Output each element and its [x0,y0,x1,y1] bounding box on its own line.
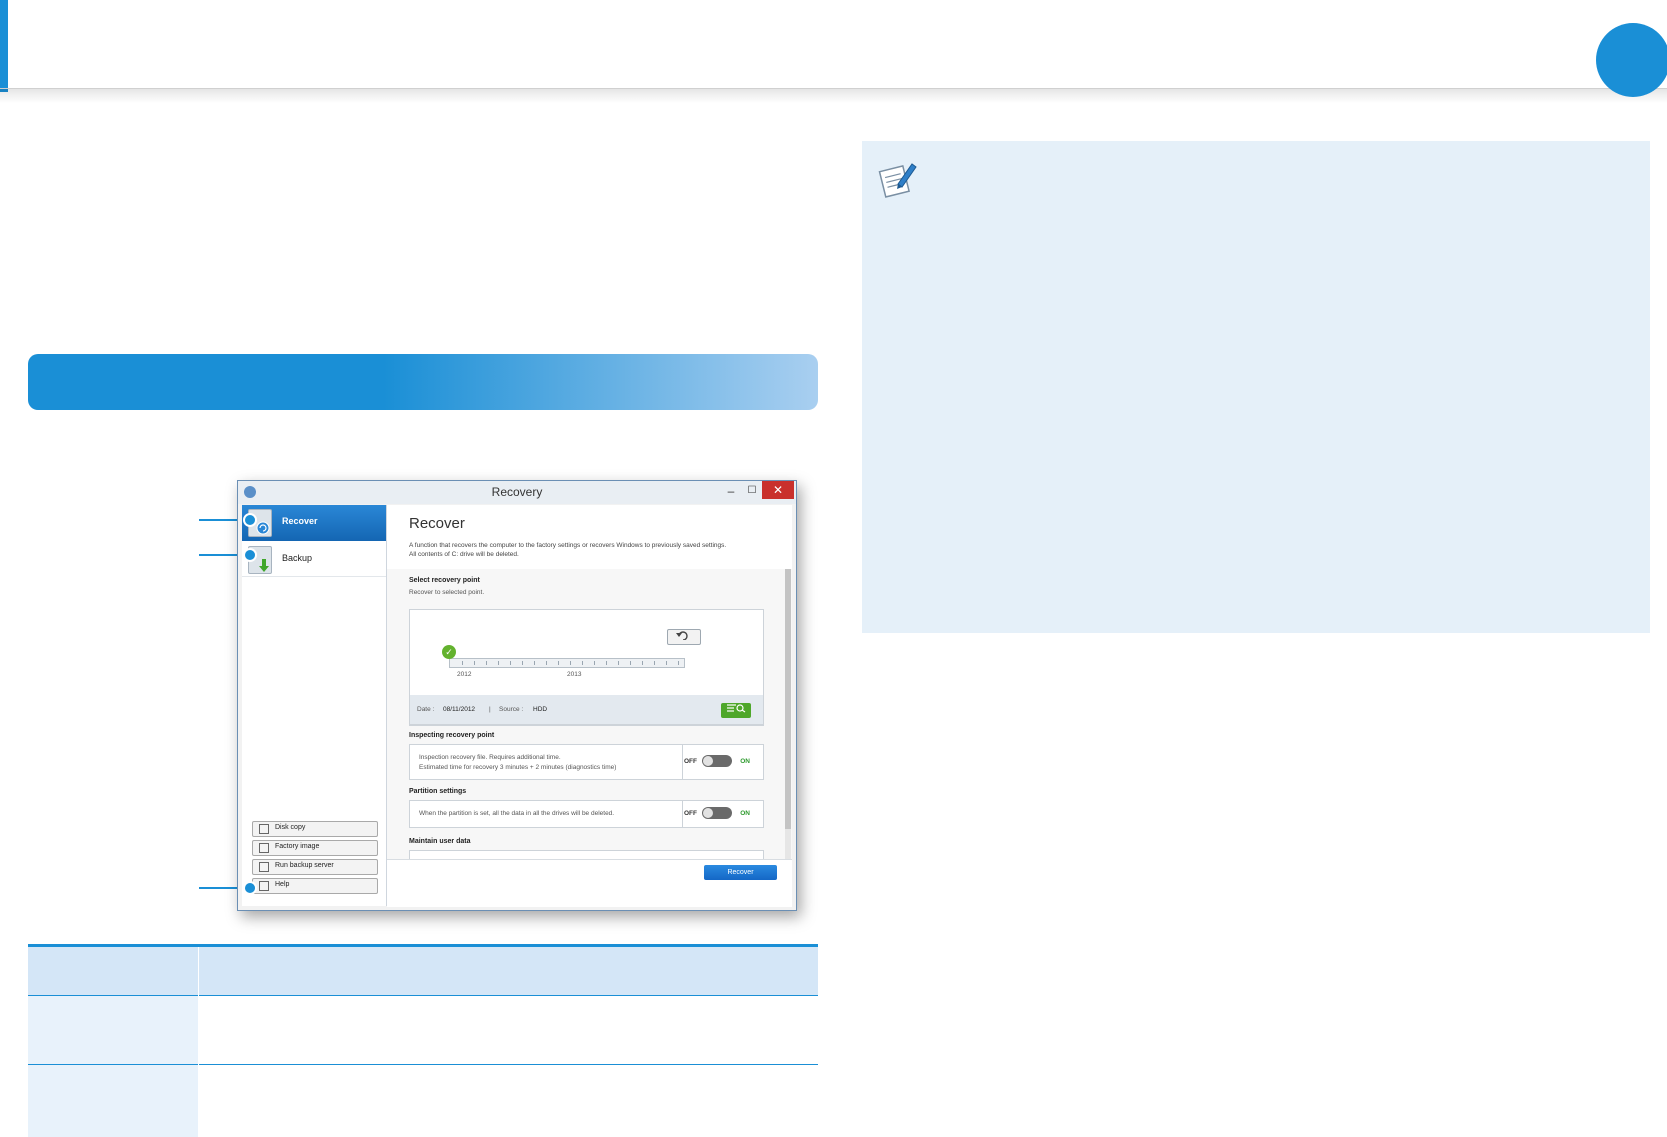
partition-option-box: When the partition is set, all the data … [409,800,764,828]
disk-copy-label: Disk copy [275,824,306,831]
minimize-button[interactable]: – [722,483,740,499]
search-list-icon [727,704,746,713]
inspect-option-box: Inspection recovery file. Requires addit… [409,744,764,780]
recovery-point-marker[interactable]: ✓ [442,645,456,659]
run-backup-server-label: Run backup server [275,862,334,869]
note-box [862,141,1650,633]
note-pencil-icon [876,158,918,205]
inspect-toggle[interactable] [702,755,732,767]
table-row-1-cell [28,996,198,1064]
help-icon [259,881,269,891]
sidebar-item-label: Recover [282,516,318,526]
description-line-1: A function that recovers the computer to… [409,542,727,549]
info-separator: | [489,706,491,713]
sidebar: Recover Backup Disk copy Factory image R… [242,505,387,906]
partition-on-label: ON [740,810,750,817]
inspect-on-label: ON [740,758,750,765]
disk-copy-icon [259,824,269,834]
factory-image-label: Factory image [275,843,320,850]
inspect-line-1: Inspection recovery file. Requires addit… [419,754,561,761]
date-value: 08/11/2012 [443,706,476,713]
sidebar-item-backup[interactable]: Backup [242,542,386,576]
search-list-button[interactable] [721,703,751,718]
help-button[interactable]: Help [252,878,378,894]
scrollbar-thumb[interactable] [785,569,791,829]
inspect-line-2: Estimated time for recovery 3 minutes + … [419,764,617,771]
timeline-year-2013: 2013 [567,671,582,678]
undo-icon [676,631,688,641]
content-panel: Recover A function that recovers the com… [387,505,792,907]
factory-image-button[interactable]: Factory image [252,840,378,856]
timeline-year-2012: 2012 [457,671,472,678]
description-line-2: All contents of C: drive will be deleted… [409,551,519,558]
date-label: Date : [417,706,435,713]
content-header: Recover A function that recovers the com… [387,505,792,569]
factory-image-icon [259,843,269,853]
source-label: Source : [499,706,524,713]
callout-dot-backup [243,548,257,562]
partition-toggle[interactable] [702,807,732,819]
select-recovery-sub: Recover to selected point. [409,589,485,596]
header-accent-bar [0,0,8,92]
recover-button[interactable]: Recover [704,865,777,880]
inspect-off-label: OFF [684,758,697,765]
help-label: Help [275,881,290,888]
maintain-heading: Maintain user data [409,838,471,845]
select-recovery-heading: Select recovery point [409,577,480,584]
sidebar-item-recover[interactable]: Recover [242,505,386,541]
table-header [28,947,818,995]
run-backup-server-button[interactable]: Run backup server [252,859,378,875]
window-titlebar: Recovery – ☐ ✕ [238,481,796,504]
table-column-divider [198,947,199,1137]
partition-off-label: OFF [684,810,697,817]
recovery-window: Recovery – ☐ ✕ Recover Backup Disk copy … [237,480,797,911]
sidebar-item-label: Backup [282,553,313,563]
close-button[interactable]: ✕ [762,481,794,499]
source-value: HDD [533,706,548,713]
chapter-badge [1596,23,1667,97]
sidebar-divider [242,576,386,577]
recovery-timeline[interactable] [449,658,685,668]
undo-button[interactable] [667,629,701,645]
inspect-heading: Inspecting recovery point [409,732,495,739]
callout-dot-recover [243,513,257,527]
window-title: Recovery [491,485,543,499]
partition-heading: Partition settings [409,788,467,795]
backup-server-icon [259,862,269,872]
page-title: Recover [409,515,465,532]
maximize-button[interactable]: ☐ [743,483,761,499]
partition-line: When the partition is set, all the data … [419,810,615,817]
callout-dot-help [243,881,257,895]
disk-copy-button[interactable]: Disk copy [252,821,378,837]
table-row-2-cell [28,1065,198,1137]
section-title-bar [28,354,818,410]
header-rule [0,88,1667,103]
